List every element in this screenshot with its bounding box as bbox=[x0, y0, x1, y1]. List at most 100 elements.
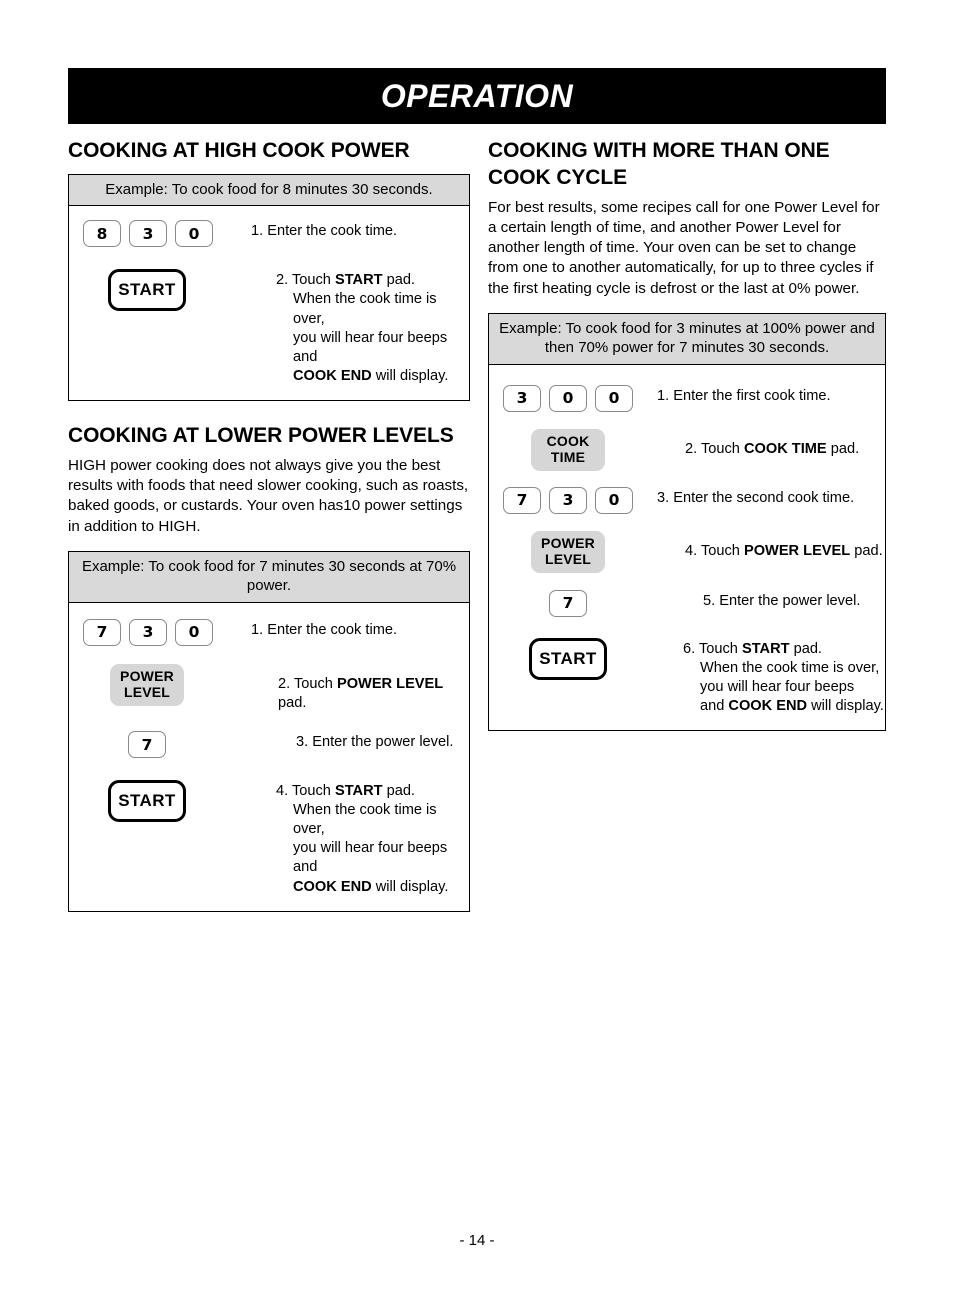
step-sub-text: you will hear four beeps and bbox=[293, 329, 448, 365]
step-row: START 6. Touch START pad. When the cook … bbox=[489, 637, 885, 716]
step-text-prefix: Touch bbox=[698, 640, 742, 657]
step-row: 7 3 0 3. Enter the second cook time. bbox=[489, 486, 885, 514]
step-sub-bold: COOK END bbox=[293, 878, 372, 895]
step-row: 7 3 0 1. Enter the cook time. bbox=[69, 618, 469, 646]
step-instruction: 2. Touch COOK TIME pad. bbox=[685, 429, 885, 459]
section-title-cooking-at-high-cook-power: COOKING AT HIGH COOK POWER bbox=[68, 139, 410, 162]
cook-time-pad-button[interactable]: COOK TIME bbox=[531, 428, 605, 471]
step-row: 3 0 0 1. Enter the first cook time. bbox=[489, 384, 885, 412]
step-instruction: 6. Touch START pad. When the cook time i… bbox=[683, 638, 885, 716]
step-text-prefix: Touch bbox=[700, 542, 744, 559]
keypad-group: START bbox=[69, 780, 276, 822]
start-pad-button[interactable]: START bbox=[108, 269, 186, 312]
section-title-cooking-at-lower-power-levels: COOKING AT LOWER POWER LEVELS bbox=[68, 424, 454, 448]
step-text-bold: COOK TIME bbox=[743, 440, 827, 457]
example-box-lower-power-levels: Example: To cook food for 7 minutes 30 s… bbox=[68, 550, 470, 912]
step-text-main: Enter the first cook time. bbox=[673, 387, 831, 404]
step-number: 1. bbox=[251, 621, 264, 638]
pad-label-line1: POWER bbox=[120, 668, 174, 685]
digit-key[interactable]: 7 bbox=[503, 486, 541, 514]
step-number: 1. bbox=[657, 387, 670, 404]
digit-key[interactable]: 0 bbox=[549, 384, 587, 412]
step-text-main: Enter the power level. bbox=[312, 734, 454, 750]
step-row: 7 3. Enter the power level. bbox=[69, 731, 469, 758]
step-text-bold: POWER LEVEL bbox=[336, 675, 444, 692]
page-number: - 14 - bbox=[459, 1232, 495, 1249]
step-number: 4. bbox=[685, 542, 698, 559]
example-header-lower-power-levels: Example: To cook food for 7 minutes 30 s… bbox=[69, 551, 469, 603]
digit-key[interactable]: 0 bbox=[175, 220, 213, 248]
pad-label-line2: TIME bbox=[550, 448, 586, 465]
step-number: 6. bbox=[683, 640, 696, 657]
pad-label-line1: POWER bbox=[541, 535, 595, 552]
digit-key[interactable]: 3 bbox=[503, 384, 541, 412]
keypad-group: 7 3 0 bbox=[69, 618, 251, 646]
step-sub-text: you will hear four beeps bbox=[700, 679, 855, 696]
step-text-prefix: Touch bbox=[700, 440, 744, 457]
step-text-bold: START bbox=[334, 783, 383, 799]
page-footer: - 14 - bbox=[0, 1232, 954, 1249]
section-paragraph-more-than-one-cook-cycle: For best results, some recipes call for … bbox=[488, 198, 880, 297]
step-number: 3. bbox=[296, 734, 309, 750]
keypad-group: POWER LEVEL bbox=[69, 663, 278, 706]
step-text-prefix: Touch bbox=[291, 783, 335, 799]
step-row: 7 5. Enter the power level. bbox=[489, 589, 885, 617]
keypad-group: 8 3 0 bbox=[69, 220, 251, 248]
pad-label-line2: LEVEL bbox=[123, 683, 171, 700]
step-instruction: 1. Enter the cook time. bbox=[251, 220, 469, 241]
digit-key[interactable]: 8 bbox=[83, 220, 121, 248]
step-instruction: 1. Enter the first cook time. bbox=[657, 385, 885, 406]
digit-key[interactable]: 0 bbox=[595, 486, 633, 514]
step-number: 2. bbox=[276, 272, 289, 289]
step-instruction: 2. Touch POWER LEVEL pad. bbox=[278, 664, 469, 713]
step-text-suffix: pad. bbox=[278, 694, 307, 711]
digit-key[interactable]: 3 bbox=[129, 220, 167, 248]
step-row: POWER LEVEL 4. Touch POWER LEVEL pad. bbox=[489, 530, 885, 573]
step-sub-text: will display. bbox=[807, 698, 884, 715]
page-title: OPERATION bbox=[380, 77, 574, 114]
step-number: 3. bbox=[657, 489, 670, 506]
step-sub-line: you will hear four beeps and bbox=[276, 329, 469, 367]
step-number: 1. bbox=[251, 223, 264, 240]
digit-key[interactable]: 3 bbox=[129, 618, 167, 646]
step-text-suffix: pad. bbox=[382, 783, 415, 799]
step-text-main: Enter the cook time. bbox=[267, 621, 398, 638]
section-title-cooking-with-more-than-one-cook-cycle: COOKING WITH MORE THAN ONE COOK CYCLE bbox=[488, 139, 830, 189]
digit-key-row: 7 3 0 bbox=[83, 618, 213, 646]
keypad-group: 7 3 0 bbox=[489, 486, 657, 514]
example-steps-more-than-one-cook-cycle: 3 0 0 1. Enter the first cook time. COOK bbox=[489, 365, 885, 730]
step-row: START 2. Touch START pad. When the cook … bbox=[69, 269, 469, 386]
start-pad-button[interactable]: START bbox=[108, 780, 186, 822]
step-row: 8 3 0 1. Enter the cook time. bbox=[69, 220, 469, 248]
step-sub-text: When the cook time is over, bbox=[293, 291, 437, 327]
step-text-prefix: Touch bbox=[291, 272, 335, 289]
section-paragraph-lower-power-levels: HIGH power cooking does not always give … bbox=[68, 456, 469, 535]
step-instruction: 1. Enter the cook time. bbox=[251, 619, 469, 640]
digit-key[interactable]: 7 bbox=[549, 589, 587, 617]
document-page: OPERATION COOKING AT HIGH COOK POWER Exa… bbox=[0, 0, 954, 1307]
step-instruction: 2. Touch START pad. When the cook time i… bbox=[276, 269, 469, 386]
step-sub-text: When the cook time is over, bbox=[700, 659, 880, 676]
power-level-pad-button[interactable]: POWER LEVEL bbox=[110, 663, 184, 706]
step-instruction: 4. Touch POWER LEVEL pad. bbox=[685, 531, 885, 561]
digit-key[interactable]: 7 bbox=[83, 618, 121, 646]
step-sub-line: When the cook time is over, bbox=[683, 659, 885, 678]
step-text-suffix: pad. bbox=[382, 272, 415, 289]
example-steps-lower-power-levels: 7 3 0 1. Enter the cook time. POWER LEVE… bbox=[69, 603, 469, 911]
step-text-suffix: pad. bbox=[826, 440, 860, 457]
example-box-high-cook-power: Example: To cook food for 8 minutes 30 s… bbox=[68, 173, 470, 402]
step-sub-line: you will hear four beeps bbox=[683, 678, 885, 697]
step-sub-line: COOK END will display. bbox=[276, 878, 469, 897]
right-column: COOKING WITH MORE THAN ONE COOK CYCLE Fo… bbox=[488, 138, 886, 732]
keypad-group: START bbox=[69, 269, 276, 312]
digit-key[interactable]: 3 bbox=[549, 486, 587, 514]
step-row: POWER LEVEL 2. Touch POWER LEVEL pad. bbox=[69, 663, 469, 713]
keypad-group: POWER LEVEL bbox=[489, 530, 685, 573]
keypad-group: START bbox=[489, 637, 683, 680]
digit-key[interactable]: 0 bbox=[175, 618, 213, 646]
digit-key[interactable]: 7 bbox=[128, 731, 166, 758]
power-level-pad-button[interactable]: POWER LEVEL bbox=[531, 530, 605, 573]
digit-key[interactable]: 0 bbox=[595, 384, 633, 412]
pad-label-line1: COOK bbox=[546, 433, 590, 450]
start-pad-button[interactable]: START bbox=[529, 637, 607, 680]
